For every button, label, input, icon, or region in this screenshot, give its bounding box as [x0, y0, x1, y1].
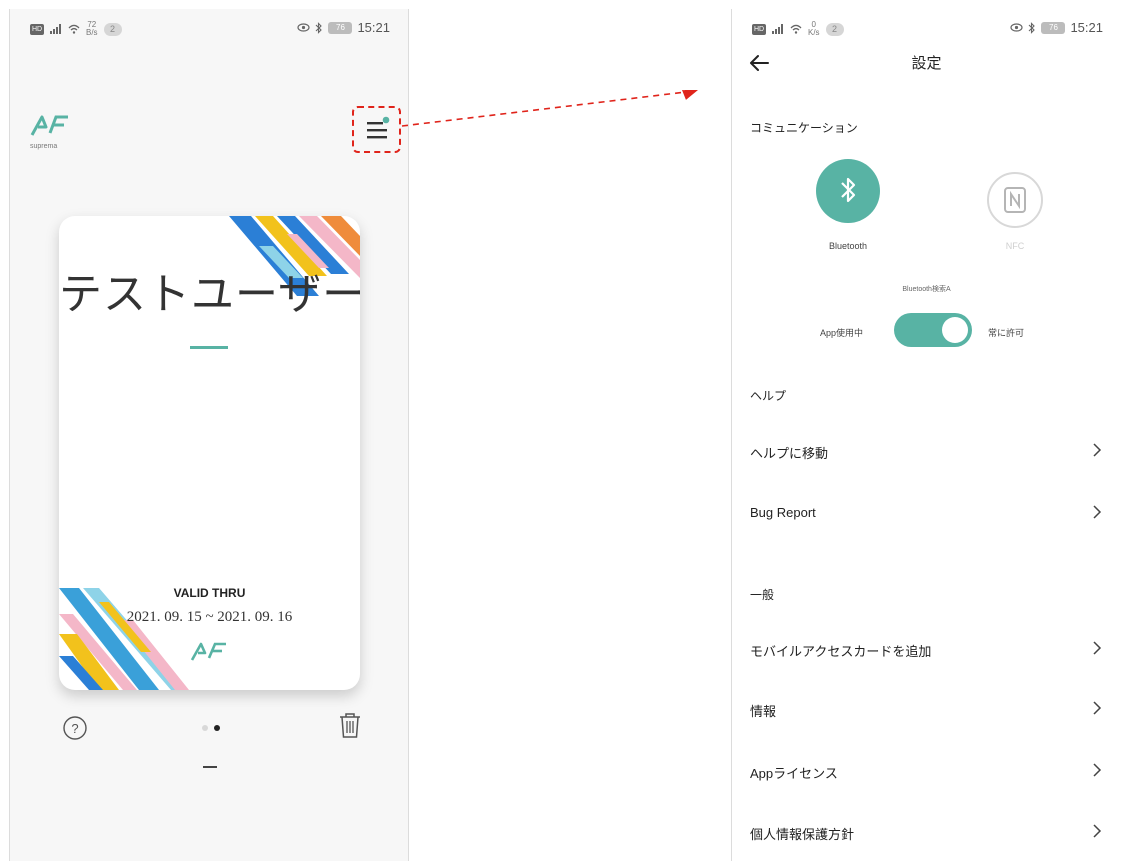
settings-screen: HD 0 K/s 2 76 15:21 設定 コミュニケーション Bluetoo… [731, 9, 1121, 861]
bluetooth-label: Bluetooth [828, 241, 868, 251]
bluetooth-scan-label: Bluetooth検索A [902, 286, 951, 293]
signal-icon [772, 24, 783, 34]
battery-icon: 76 [328, 21, 353, 34]
toggle-option-always: 常に許可 [988, 328, 1025, 338]
page-title: 設定 [911, 55, 942, 72]
bluetooth-icon [841, 177, 856, 203]
hd-icon: HD [752, 23, 766, 35]
list-item-bug-report[interactable]: Bug Report [732, 493, 1121, 533]
list-item-label: モバイルアクセスカードを追加 [750, 644, 932, 659]
toggle-knob [942, 317, 968, 343]
card-divider [190, 346, 228, 349]
brand-name: suprema [30, 143, 58, 150]
home-screen: HD 72 B/s 2 76 15:21 suprema テストユーザー VAL… [9, 9, 409, 861]
nfc-mode-button[interactable] [987, 172, 1043, 228]
notification-badge: 2 [825, 22, 844, 36]
network-speed: 0 K/s [808, 20, 820, 37]
trash-icon [340, 713, 360, 738]
status-bar: HD 72 B/s 2 76 15:21 [10, 9, 408, 45]
bluetooth-status-icon [1029, 21, 1036, 34]
chevron-right-icon [1093, 763, 1102, 777]
chevron-right-icon [1093, 641, 1102, 655]
menu-button[interactable] [355, 108, 399, 152]
svg-text:?: ? [71, 721, 78, 736]
list-item-app-license[interactable]: Appライセンス [732, 751, 1121, 791]
section-header-communication: コミュニケーション [750, 121, 858, 135]
list-item-go-to-help[interactable]: ヘルプに移動 [732, 431, 1121, 471]
eye-icon [297, 23, 311, 32]
clock: 15:21 [357, 20, 390, 35]
signal-icon [50, 24, 61, 34]
hd-icon: HD [30, 23, 44, 35]
list-item-label: ヘルプに移動 [750, 446, 829, 461]
section-header-general: 一般 [750, 588, 775, 602]
list-item-label: Appライセンス [750, 766, 838, 781]
nfc-icon [1004, 187, 1026, 213]
bluetooth-status-icon [316, 21, 323, 34]
list-item-label: Bug Report [750, 505, 816, 520]
nfc-label: NFC [1005, 241, 1025, 251]
list-item-label: 情報 [750, 704, 777, 719]
battery-icon: 76 [1041, 21, 1066, 34]
wifi-icon [790, 24, 802, 34]
bluetooth-mode-button[interactable] [816, 159, 880, 223]
callout-arrow [401, 90, 698, 127]
delete-card-button[interactable] [337, 710, 363, 740]
eye-icon [1010, 23, 1024, 32]
section-header-help: ヘルプ [750, 389, 787, 403]
clock: 15:21 [1070, 20, 1103, 35]
card-holder-name: テストユーザー [59, 270, 360, 320]
list-item-info[interactable]: 情報 [732, 689, 1121, 729]
chevron-right-icon [1093, 824, 1102, 838]
valid-thru-label: VALID THRU [173, 586, 246, 600]
help-icon: ? [63, 716, 87, 740]
page-dot-inactive [202, 725, 208, 731]
notification-badge: 2 [103, 22, 122, 36]
suprema-logo: suprema [30, 111, 76, 153]
list-item-privacy-policy[interactable]: 個人情報保護方針 [732, 812, 1121, 852]
list-item-label: 個人情報保護方針 [750, 827, 855, 842]
bluetooth-permission-toggle[interactable] [894, 313, 972, 347]
page-dot-active [214, 725, 220, 731]
chevron-right-icon [1093, 701, 1102, 715]
menu-icon [367, 116, 390, 139]
mobile-access-card[interactable]: テストユーザー VALID THRU 2021. 09. 15 ~ 2021. … [59, 216, 360, 690]
chevron-right-icon [1093, 505, 1102, 519]
card-logo-icon [190, 642, 226, 661]
valid-dates: 2021. 09. 15 ~ 2021. 09. 16 [126, 609, 293, 625]
wifi-icon [68, 24, 80, 34]
help-button[interactable]: ? [62, 715, 88, 741]
navigation-handle[interactable] [203, 766, 217, 768]
airfob-logo-icon [30, 115, 68, 136]
status-bar: HD 0 K/s 2 76 15:21 [732, 9, 1121, 45]
network-speed: 72 B/s [86, 20, 98, 37]
page-indicator [198, 723, 228, 733]
toggle-option-in-use: App使用中 [820, 328, 864, 338]
chevron-right-icon [1093, 443, 1102, 457]
list-item-add-mobile-card[interactable]: モバイルアクセスカードを追加 [732, 629, 1121, 669]
